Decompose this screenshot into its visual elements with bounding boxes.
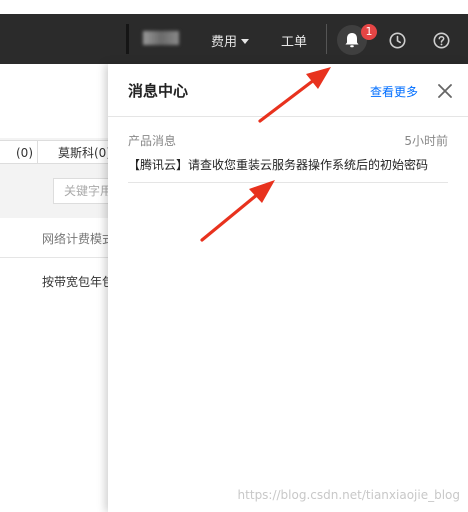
message-time: 5小时前: [404, 134, 448, 148]
keyword-search-input[interactable]: 关键字用: [53, 178, 109, 204]
blurred-username[interactable]: [143, 31, 179, 45]
region-tab[interactable]: (0): [0, 140, 38, 164]
panel-title: 消息中心: [128, 82, 189, 100]
message-item-link[interactable]: 【腾讯云】请查收您重装云服务器操作系统后的初始密码: [128, 156, 428, 173]
nav-fee-label: 费用: [211, 35, 238, 50]
clock-icon[interactable]: [389, 32, 406, 49]
nav-fee-menu[interactable]: 费用: [211, 31, 250, 50]
close-icon[interactable]: [438, 84, 452, 98]
header-separator: [126, 24, 129, 54]
panel-divider: [108, 116, 468, 117]
region-tab-moscow[interactable]: 莫斯科(0): [37, 140, 109, 164]
help-icon[interactable]: [433, 32, 450, 49]
table-cell-billing: 按带宽包年包: [42, 275, 108, 289]
message-category: 产品消息: [128, 134, 177, 148]
nav-ticket-link[interactable]: 工单: [281, 31, 307, 50]
message-divider: [128, 182, 448, 183]
column-header-billing: 网络计费模式: [42, 232, 108, 246]
header-divider: [326, 24, 327, 54]
top-strip: [0, 0, 468, 14]
notification-badge: 1: [361, 24, 377, 40]
watermark-text: https://blog.csdn.net/tianxiaojie_blog: [237, 488, 460, 502]
view-more-link[interactable]: 查看更多: [370, 83, 418, 100]
table-divider: [0, 257, 108, 258]
caret-down-icon: [241, 39, 250, 44]
message-center-panel: 消息中心 查看更多 产品消息 5小时前 【腾讯云】请查收您重装云服务器操作系统后…: [108, 64, 468, 512]
top-header: 费用 工单 1: [0, 14, 468, 64]
